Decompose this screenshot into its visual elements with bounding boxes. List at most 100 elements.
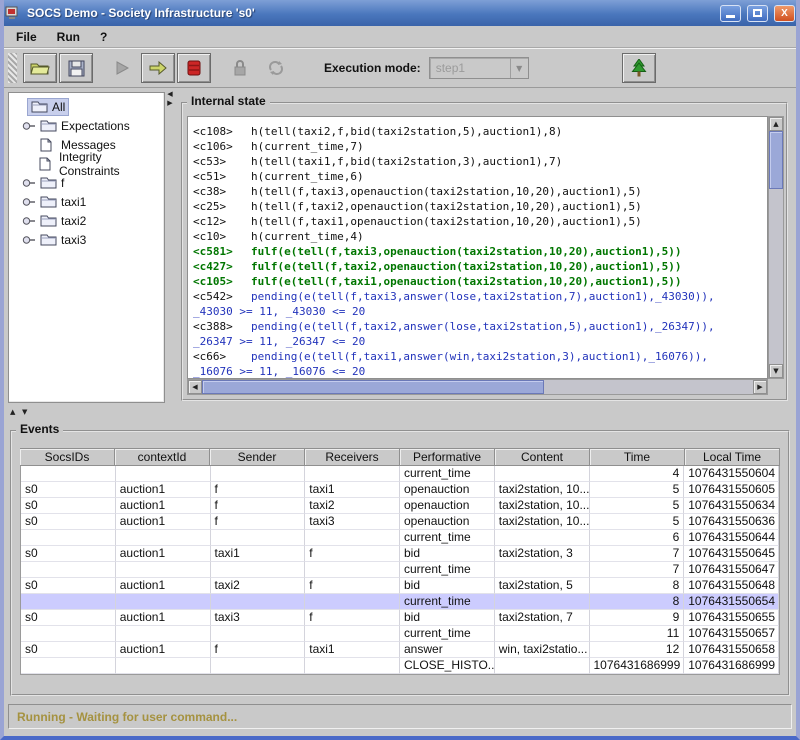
state-line: <c38>h(tell(f,taxi3,openauction(taxi2sta… (193, 184, 762, 199)
cell-receivers (305, 658, 400, 674)
toolbar-grip[interactable] (8, 53, 17, 83)
step-button[interactable] (141, 53, 175, 83)
folder-icon (31, 100, 48, 113)
event-row[interactable]: s0 auction1 f taxi1 openauction taxi2sta… (21, 482, 779, 498)
vertical-scroll-thumb[interactable] (769, 131, 783, 189)
events-table: SocsIDs contextId Sender Receivers Perfo… (20, 448, 780, 675)
event-row[interactable]: current_time 4 1076431550604 (21, 466, 779, 482)
column-header[interactable]: Sender (210, 448, 305, 466)
cell-content (495, 594, 590, 610)
collapse-left-icon[interactable]: ◀ (165, 90, 175, 99)
cell-local-time: 1076431550657 (684, 626, 779, 642)
society-tree-button[interactable] (622, 53, 656, 83)
constraint-text: h(tell(f,taxi3,openauction(taxi2station,… (251, 185, 642, 198)
expand-handle-icon[interactable] (21, 235, 37, 245)
collapse-down-icon[interactable]: ▼ (22, 408, 32, 416)
tree-node: All (27, 98, 69, 116)
constraint-id: <c10> (193, 229, 251, 244)
state-line: <c12>h(tell(f,taxi1,openauction(taxi2sta… (193, 214, 762, 229)
expand-handle-icon[interactable] (21, 178, 37, 188)
event-row[interactable]: s0 auction1 taxi2 f bid taxi2station, 5 … (21, 578, 779, 594)
event-row[interactable]: current_time 7 1076431550647 (21, 562, 779, 578)
app-icon (5, 5, 21, 21)
scroll-right-icon[interactable]: ▶ (753, 380, 767, 394)
expand-handle-icon[interactable] (21, 216, 37, 226)
cell-contextid (116, 626, 211, 642)
column-header[interactable]: SocsIDs (20, 448, 115, 466)
cell-content: taxi2station, 10... (495, 514, 590, 530)
collapse-up-icon[interactable]: ▲ (10, 408, 20, 416)
cell-sender (211, 594, 306, 610)
cell-receivers: f (305, 610, 400, 626)
maximize-button[interactable] (747, 5, 768, 22)
column-header[interactable]: Receivers (305, 448, 400, 466)
state-line: <c66>pending(e(tell(f,taxi1,answer(win,t… (193, 349, 762, 379)
tree-item[interactable]: taxi2 (11, 211, 162, 230)
menu-run[interactable]: Run (57, 30, 80, 44)
expand-handle-icon[interactable] (21, 121, 37, 131)
event-row[interactable]: s0 auction1 f taxi1 answer win, taxi2sta… (21, 642, 779, 658)
scroll-left-icon[interactable]: ◀ (188, 380, 202, 394)
event-row[interactable]: current_time 8 1076431550654 (21, 594, 779, 610)
internal-state-text[interactable]: <c108>h(tell(taxi2,f,bid(taxi2station,5)… (187, 116, 768, 379)
column-header[interactable]: contextId (115, 448, 210, 466)
cell-time: 7 (590, 546, 685, 562)
column-header[interactable]: Content (495, 448, 590, 466)
folder-icon (40, 233, 57, 246)
scroll-down-icon[interactable]: ▼ (769, 364, 783, 378)
cell-contextid (116, 594, 211, 610)
status-text: Running - Waiting for user command... (17, 710, 237, 724)
menu-file[interactable]: File (16, 30, 37, 44)
stop-button[interactable] (177, 53, 211, 83)
cell-receivers: taxi3 (305, 514, 400, 530)
event-row[interactable]: s0 auction1 f taxi3 openauction taxi2sta… (21, 514, 779, 530)
tree-item[interactable]: taxi3 (11, 230, 162, 249)
minimize-button[interactable] (720, 5, 741, 22)
tree-item[interactable]: Integrity Constraints (11, 154, 162, 173)
title-bar[interactable]: SOCS Demo - Society Infrastructure 's0' … (0, 0, 800, 26)
folder-icon (40, 195, 57, 208)
constraint-continuation: _43030 >= 11, _43030 <= 20 (193, 304, 762, 319)
collapse-right-icon[interactable]: ▶ (165, 99, 175, 108)
agent-tree: All (8, 92, 165, 403)
constraint-text: pending(e(tell(f,taxi1,answer(win,taxi2s… (251, 350, 708, 363)
event-row[interactable]: s0 auction1 taxi1 f bid taxi2station, 3 … (21, 546, 779, 562)
constraint-text: fulf(e(tell(f,taxi1,openauction(taxi2sta… (251, 275, 681, 288)
tree-item[interactable]: Expectations (11, 116, 162, 135)
event-row[interactable]: current_time 11 1076431550657 (21, 626, 779, 642)
cell-receivers (305, 530, 400, 546)
scroll-up-icon[interactable]: ▲ (769, 117, 783, 131)
horizontal-scrollbar[interactable]: ◀ ▶ (187, 379, 768, 395)
column-header[interactable]: Local Time (685, 448, 780, 466)
cell-performative: CLOSE_HISTO... (400, 658, 495, 674)
save-button[interactable] (59, 53, 93, 83)
cell-receivers: f (305, 578, 400, 594)
event-row[interactable]: CLOSE_HISTO... 1076431686999 10764316869… (21, 658, 779, 674)
tree-item[interactable]: taxi1 (11, 192, 162, 211)
vertical-scrollbar[interactable]: ▲ ▼ (768, 116, 784, 379)
horizontal-scroll-thumb[interactable] (202, 380, 544, 394)
folder-icon (40, 176, 57, 189)
tree-item-label: taxi1 (61, 195, 86, 209)
close-button[interactable]: X (774, 5, 795, 22)
constraint-text: pending(e(tell(f,taxi3,answer(lose,taxi2… (251, 290, 715, 303)
constraint-continuation: _16076 >= 11, _16076 <= 20 (193, 364, 762, 379)
constraint-id: <c108> (193, 124, 251, 139)
event-row[interactable]: current_time 6 1076431550644 (21, 530, 779, 546)
menu-help[interactable]: ? (100, 30, 107, 44)
cell-content: win, taxi2statio... (495, 642, 590, 658)
open-button[interactable] (23, 53, 57, 83)
execution-mode-select[interactable]: step1 ▼ (429, 57, 529, 79)
constraint-text: pending(e(tell(f,taxi2,answer(lose,taxi2… (251, 320, 715, 333)
expand-handle-icon[interactable] (21, 197, 37, 207)
column-header[interactable]: Performative (400, 448, 495, 466)
event-row[interactable]: s0 auction1 taxi3 f bid taxi2station, 7 … (21, 610, 779, 626)
tree-item[interactable]: All (11, 97, 162, 116)
cell-time: 5 (590, 482, 685, 498)
cell-content: taxi2station, 7 (495, 610, 590, 626)
horizontal-split-divider[interactable]: ▲ ▼ (4, 405, 796, 418)
tree-node: f (37, 175, 67, 191)
vertical-split-divider[interactable]: ◀ ▶ (165, 90, 177, 405)
event-row[interactable]: s0 auction1 f taxi2 openauction taxi2sta… (21, 498, 779, 514)
column-header[interactable]: Time (590, 448, 685, 466)
